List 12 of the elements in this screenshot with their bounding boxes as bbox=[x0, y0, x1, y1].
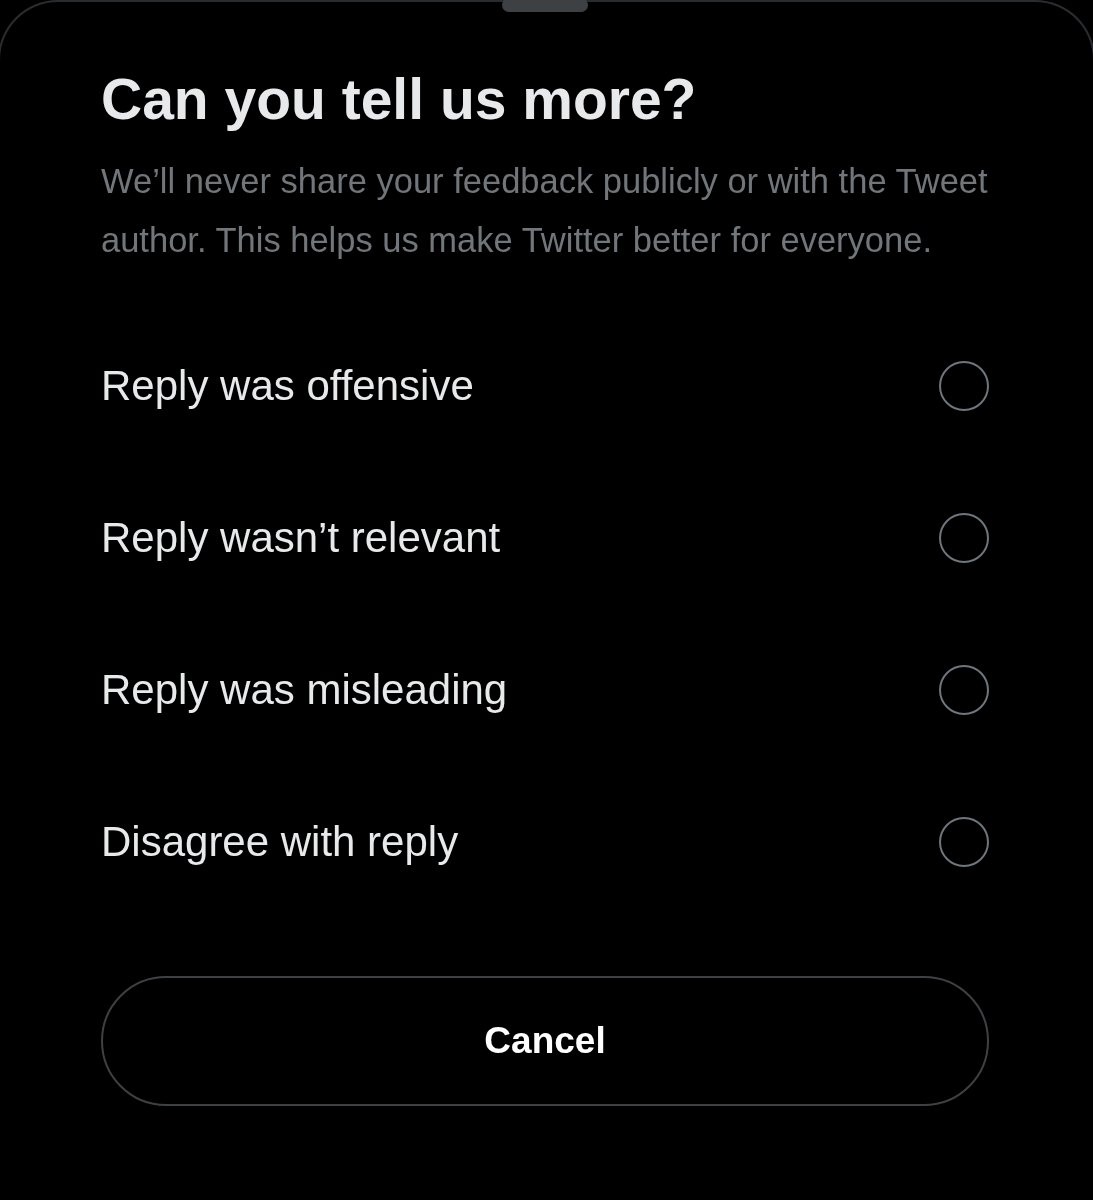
option-label: Reply was misleading bbox=[101, 666, 508, 714]
radio-button[interactable] bbox=[939, 361, 989, 411]
sheet-description: We’ll never share your feedback publicly or with the Tweet author. This helps us make Twitter better for everyone. bbox=[101, 161, 989, 261]
cancel-button[interactable]: Cancel bbox=[101, 976, 989, 1106]
sheet-title: Can you tell us more? bbox=[101, 66, 698, 133]
option-label: Reply wasn’t relevant bbox=[101, 514, 501, 562]
drag-handle[interactable] bbox=[502, 0, 588, 12]
radio-button[interactable] bbox=[939, 665, 989, 715]
radio-button[interactable] bbox=[939, 513, 989, 563]
option-label: Disagree with reply bbox=[101, 818, 459, 866]
radio-button[interactable] bbox=[939, 817, 989, 867]
option-label: Reply was offensive bbox=[101, 362, 474, 410]
